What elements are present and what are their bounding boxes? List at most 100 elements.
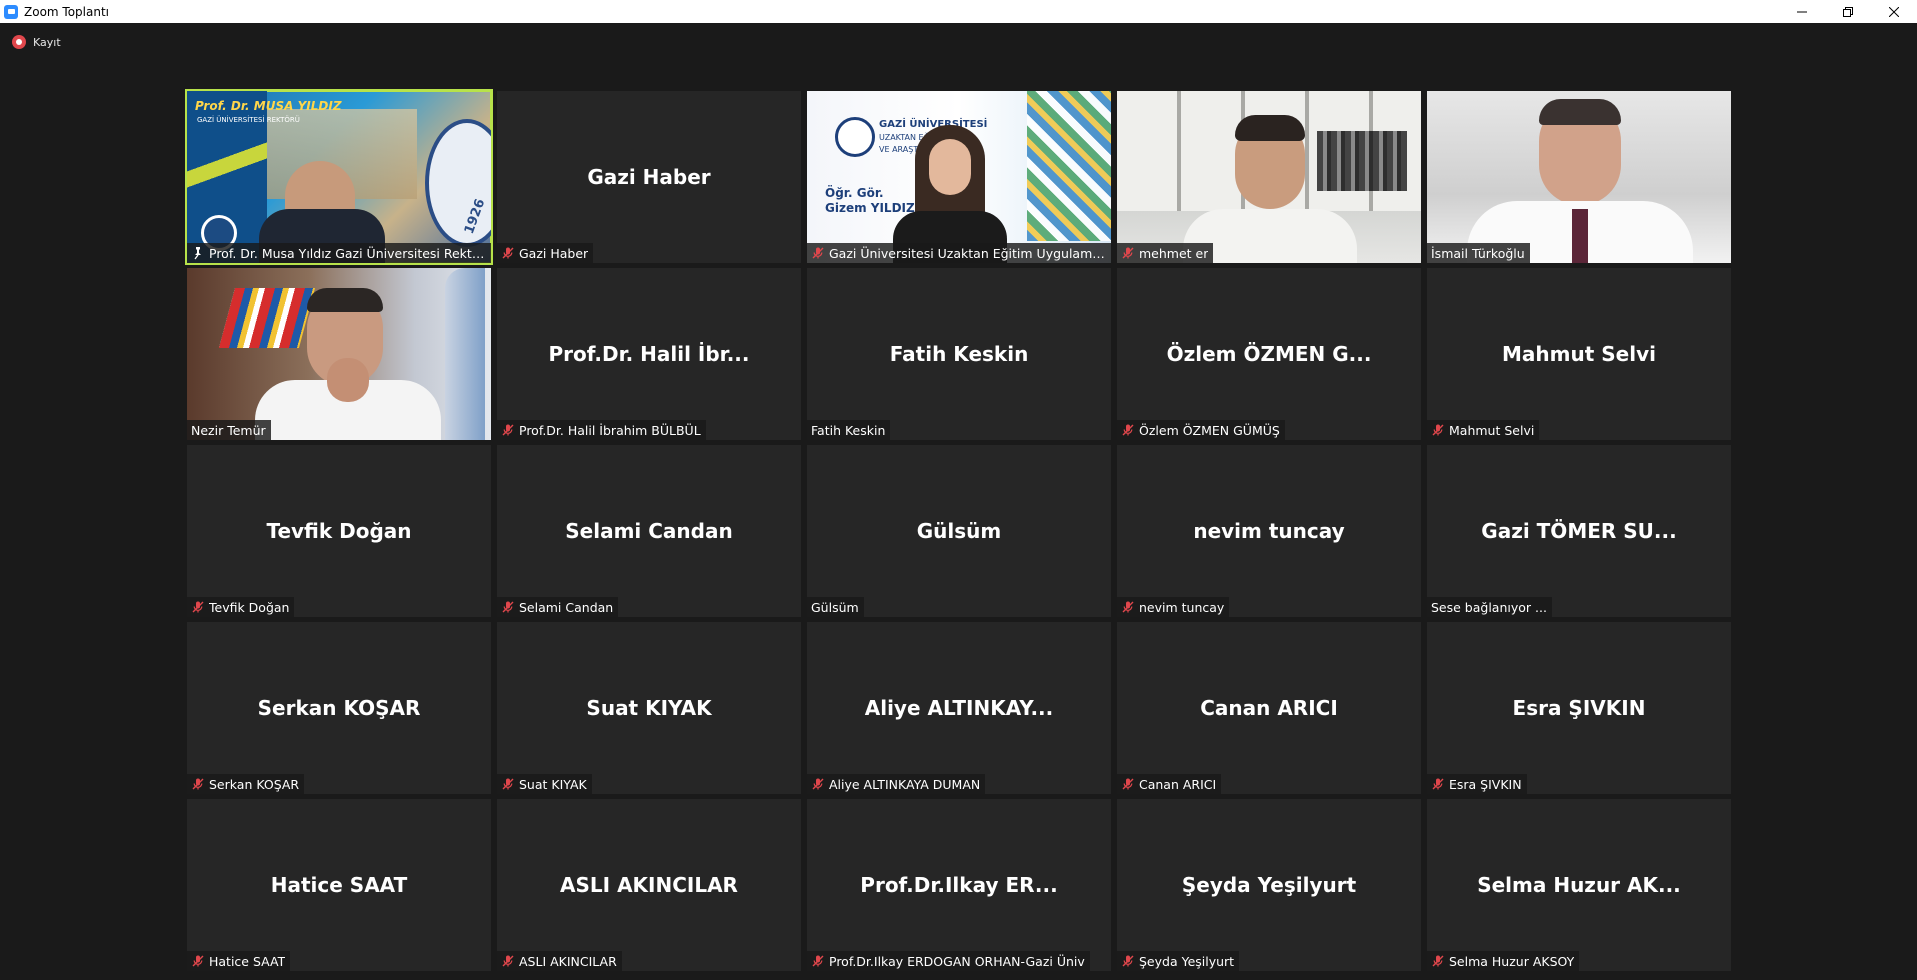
participant-name-label: Suat KIYAK [519,776,587,792]
participant-name-label: Sese bağlanıyor ... [1431,599,1547,615]
speaker-hair [307,288,383,312]
speaker-hair [1235,115,1305,141]
participant-name-label: Canan ARICI [1139,776,1217,792]
books [1317,131,1407,191]
participant-name-label: Serkan KOŞAR [209,776,300,792]
participant-nameplate: Şeyda Yeşilyurt [1117,951,1240,971]
participant-name-label: Gazi Haber [519,245,589,261]
recording-label: Kayıt [33,35,61,49]
participant-tile[interactable]: Tevfik Doğan Tevfik Doğan [187,445,491,617]
participant-nameplate: Nezir Temür [187,420,271,440]
participant-name-label: Selami Candan [519,599,614,615]
participant-nameplate: Gazi Haber [497,243,594,263]
participant-display-name: Gülsüm [916,519,1002,543]
participant-name-label: Aliye ALTINKAYA DUMAN [829,776,981,792]
participant-nameplate: mehmet er [1117,243,1214,263]
participant-tile[interactable]: Gazi Haber Gazi Haber [497,91,801,263]
participant-nameplate: Sese bağlanıyor ... [1427,597,1552,617]
mic-muted-icon [812,955,824,967]
participant-name-label: Prof. Dr. Musa Yıldız Gazi Üniversitesi … [209,245,486,261]
participant-tile[interactable]: İsmail Türkoğlu [1427,91,1731,263]
participant-nameplate: Selami Candan [497,597,619,617]
participant-tile[interactable]: mehmet er [1117,91,1421,263]
participant-display-name: Prof.Dr. Halil İbr... [548,342,750,366]
participant-display-name: Esra ŞIVKIN [1512,696,1646,720]
participant-tile[interactable]: Hatice SAAT Hatice SAAT [187,799,491,971]
participant-tile[interactable]: Serkan KOŞAR Serkan KOŞAR [187,622,491,794]
speaker-face [929,139,971,195]
mic-muted-icon [1432,424,1444,436]
participant-display-name: Canan ARICI [1200,696,1338,720]
participant-display-name: Suat KIYAK [586,696,712,720]
participant-tile[interactable]: ASLI AKINCILAR ASLI AKINCILAR [497,799,801,971]
participant-nameplate: Fatih Keskin [807,420,891,440]
close-button[interactable] [1871,0,1917,23]
participant-name-label: Prof.Dr. Halil İbrahim BÜLBÜL [519,422,701,438]
participant-nameplate: nevim tuncay [1117,597,1230,617]
mic-muted-icon [192,778,204,790]
mic-muted-icon [1122,424,1134,436]
participant-tile[interactable]: Fatih Keskin Fatih Keskin [807,268,1111,440]
participant-nameplate: Gazi Üniversitesi Uzaktan Eğitim Uygulam… [807,243,1111,263]
participant-nameplate: Aliye ALTINKAYA DUMAN [807,774,986,794]
minimize-button[interactable] [1779,0,1825,23]
restore-button[interactable] [1825,0,1871,23]
participant-display-name: nevim tuncay [1193,519,1345,543]
participant-tile[interactable]: Gülsüm Gülsüm [807,445,1111,617]
flag-pole [445,268,485,440]
participant-tile[interactable]: Selma Huzur AK... Selma Huzur AKSOY [1427,799,1731,971]
participant-tile[interactable]: Canan ARICI Canan ARICI [1117,622,1421,794]
mic-muted-icon [812,247,824,259]
participant-nameplate: Suat KIYAK [497,774,592,794]
participant-nameplate: Mahmut Selvi [1427,420,1540,440]
participant-nameplate: Özlem ÖZMEN GÜMÜŞ [1117,420,1285,440]
participant-name-label: ASLI AKINCILAR [519,953,617,969]
participant-display-name: ASLI AKINCILAR [560,873,738,897]
recording-indicator[interactable]: Kayıt [12,35,61,49]
participant-tile[interactable]: Mahmut Selvi Mahmut Selvi [1427,268,1731,440]
participant-nameplate: İsmail Türkoğlu [1427,243,1530,263]
participant-tile[interactable]: Prof.Dr. Halil İbr... Prof.Dr. Halil İbra… [497,268,801,440]
participant-display-name: Serkan KOŞAR [257,696,421,720]
participant-name-label: Gazi Üniversitesi Uzaktan Eğitim Uygulam… [829,245,1106,261]
participant-tile[interactable]: GAZİ ÜNİVERSİTESİ UZAKTAN EĞ... MA VE AR… [807,91,1111,263]
record-icon [12,35,26,49]
participant-tile[interactable]: Şeyda Yeşilyurt Şeyda Yeşilyurt [1117,799,1421,971]
mic-muted-icon [502,778,514,790]
participant-tile[interactable]: Aliye ALTINKAY... Aliye ALTINKAYA DUMAN [807,622,1111,794]
participant-tile[interactable]: Gazi TÖMER SU... Sese bağlanıyor ... [1427,445,1731,617]
participant-name-label: mehmet er [1139,245,1209,261]
participant-tile[interactable]: nevim tuncay nevim tuncay [1117,445,1421,617]
participant-display-name: Mahmut Selvi [1502,342,1656,366]
participant-name-label: Şeyda Yeşilyurt [1139,953,1235,969]
participant-tile[interactable]: Selami Candan Selami Candan [497,445,801,617]
mic-muted-icon [502,424,514,436]
zoom-icon [4,4,18,19]
window-title: Zoom Toplantı [24,4,109,19]
window-controls [1779,0,1917,23]
participant-display-name: Selma Huzur AK... [1477,873,1681,897]
mic-muted-icon [1432,778,1444,790]
minimize-icon [1797,11,1807,12]
participant-display-name: Hatice SAAT [270,873,408,897]
participant-name-label: Selma Huzur AKSOY [1449,953,1575,969]
participant-tile[interactable]: Suat KIYAK Suat KIYAK [497,622,801,794]
participant-tile[interactable]: Esra ŞIVKIN Esra ŞIVKIN [1427,622,1731,794]
speaker-tie [1572,209,1588,263]
participant-nameplate: Prof. Dr. Musa Yıldız Gazi Üniversitesi … [187,243,491,263]
banner-title: GAZİ ÜNİVERSİTESİ REKTÖRÜ [197,116,300,124]
speaker-caption-title: Öğr. Gör. [825,186,884,200]
participant-tile[interactable]: Prof.Dr.Ilkay ER... Prof.Dr.Ilkay ERDOGAN… [807,799,1111,971]
participant-name-label: İsmail Türkoğlu [1431,245,1525,261]
participant-tile[interactable]: Özlem ÖZMEN G... Özlem ÖZMEN GÜMÜŞ [1117,268,1421,440]
mic-muted-icon [502,601,514,613]
participant-tile[interactable]: 1926 Prof. Dr. MUSA YILDIZ GAZİ ÜNİVERSİ… [185,89,493,265]
restore-icon [1843,6,1853,17]
participant-tile[interactable]: Nezir Temür [187,268,491,440]
participant-name-label: Özlem ÖZMEN GÜMÜŞ [1139,422,1280,438]
mic-muted-icon [1122,601,1134,613]
circuit-pattern [1027,91,1111,241]
participant-display-name: Tevfik Doğan [266,519,412,543]
close-icon [1889,6,1899,17]
mic-muted-icon [502,247,514,259]
